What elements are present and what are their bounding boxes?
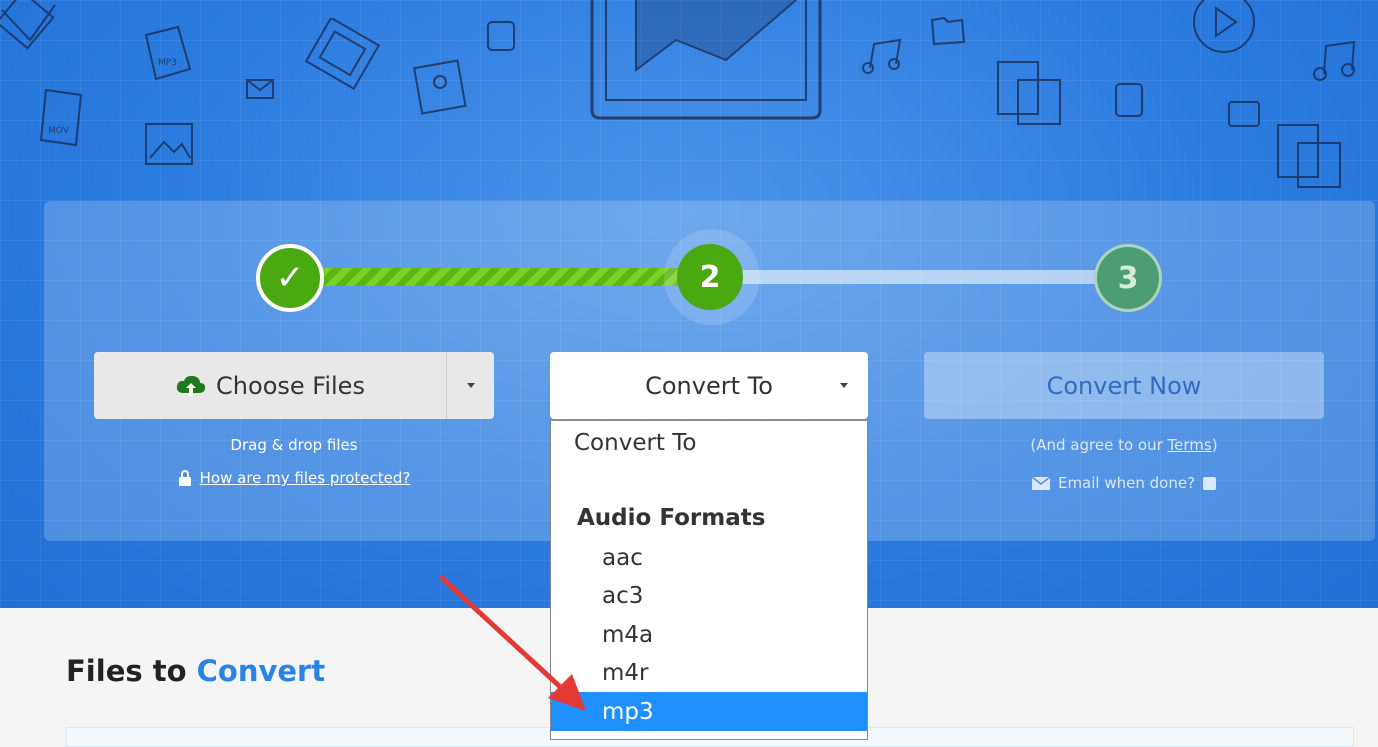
- envelope-icon: [1031, 476, 1050, 490]
- terms-prefix: (And agree to our: [1030, 436, 1168, 454]
- email-when-done-checkbox[interactable]: [1203, 476, 1217, 490]
- progress-track-pending: [735, 270, 1097, 284]
- terms-agreement: (And agree to our Terms): [924, 436, 1324, 454]
- svg-text:MOV: MOV: [48, 126, 70, 136]
- music-note-doodle-icon: [1313, 40, 1356, 81]
- progress-track-complete: [323, 268, 683, 286]
- choose-files-label: Choose Files: [216, 371, 365, 400]
- terms-suffix: ): [1211, 436, 1218, 454]
- small-file-doodle-icon: [487, 21, 515, 51]
- convert-now-label: Convert Now: [1046, 371, 1202, 400]
- image-doodle-icon: [145, 123, 193, 165]
- film-doodle-icon: [304, 18, 381, 91]
- email-when-done-row: Email when done?: [924, 474, 1324, 492]
- mov-file-doodle-icon: MOV: [39, 88, 83, 147]
- red-arrow-annotation: [439, 575, 586, 711]
- dropdown-group-audio-formats: Audio Formats: [577, 504, 766, 531]
- dropdown-placeholder-option[interactable]: Convert To: [551, 423, 867, 462]
- file-doodle-icon: [0, 0, 56, 50]
- lock-icon: [178, 470, 191, 486]
- clipboard-doodle-icon: [1277, 124, 1341, 188]
- video-player-doodle-icon: [590, 0, 822, 120]
- step-1-indicator: ✓: [256, 244, 324, 312]
- drag-drop-hint: Drag & drop files: [230, 436, 358, 454]
- mp3-file-doodle-icon: MP3: [144, 25, 192, 81]
- svg-text:MP3: MP3: [158, 58, 177, 68]
- files-to-convert-heading: Files to Convert: [66, 654, 325, 688]
- protection-row: How are my files protected?: [94, 469, 494, 487]
- play-circle-doodle-icon: [1193, 0, 1255, 53]
- file-code-doodle-icon: [1115, 83, 1143, 117]
- convert-to-label: Convert To: [645, 371, 773, 400]
- choose-files-main[interactable]: Choose Files: [94, 352, 447, 419]
- convert-now-button[interactable]: Convert Now: [924, 352, 1324, 419]
- files-heading-part1: Files to: [66, 654, 197, 688]
- step-3-indicator: 3: [1094, 244, 1162, 312]
- clipboard-doodle-icon: [997, 61, 1061, 125]
- folder-doodle-icon: [1228, 101, 1260, 127]
- choose-files-button[interactable]: Choose Files: [94, 352, 494, 419]
- cloud-upload-icon: [176, 375, 206, 396]
- convert-to-select[interactable]: Convert To: [550, 352, 868, 419]
- files-protected-link[interactable]: How are my files protected?: [200, 469, 411, 487]
- envelope-doodle-icon: [246, 79, 274, 99]
- folder-doodle-icon: [930, 16, 966, 46]
- chevron-down-icon: [840, 383, 848, 388]
- music-note-doodle-icon: [862, 38, 902, 74]
- files-heading-part2: Convert: [196, 654, 326, 688]
- terms-link[interactable]: Terms: [1168, 436, 1212, 454]
- step-2-indicator: 2: [677, 244, 743, 310]
- choose-files-source-dropdown[interactable]: [446, 352, 494, 419]
- email-when-done-label: Email when done?: [1057, 474, 1196, 492]
- chevron-down-icon: [466, 383, 475, 388]
- document-doodle-icon: [413, 59, 467, 115]
